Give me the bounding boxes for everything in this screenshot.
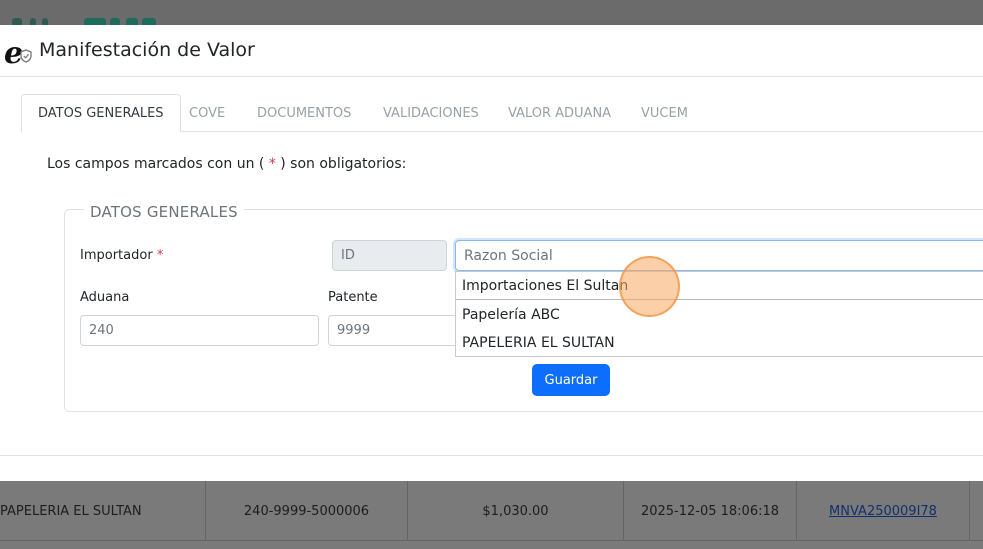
folio-link[interactable]: MNVA250009I78	[829, 504, 937, 519]
save-button[interactable]: Guardar	[532, 364, 610, 396]
importador-id-input[interactable]	[332, 240, 447, 271]
tab-validaciones[interactable]: VALIDACIONES	[367, 94, 495, 132]
tab-cove[interactable]: COVE	[173, 94, 241, 132]
fieldset-legend: DATOS GENERALES	[84, 203, 244, 221]
modal-header: e Manifestación de Valor	[0, 25, 983, 77]
autocomplete-option[interactable]: PAPELERIA EL SULTAN	[456, 329, 983, 357]
razon-social-autocomplete: Importaciones El Sultan Papelería ABC PA…	[455, 271, 983, 357]
tab-vucem[interactable]: VUCEM	[625, 94, 704, 132]
autocomplete-option[interactable]: Importaciones El Sultan	[456, 272, 983, 300]
required-star: *	[156, 248, 164, 263]
modal-dialog: e Manifestación de Valor DATOS GENERALES…	[0, 25, 983, 481]
aduana-input[interactable]	[80, 315, 319, 346]
table-cell-razon-social: PAPELERIA EL SULTAN	[0, 481, 206, 541]
table-cell-pedimento: 240-9999-5000006	[206, 481, 408, 541]
table-row: PAPELERIA EL SULTAN 240-9999-5000006 $1,…	[0, 481, 983, 541]
table-cell-extra	[970, 481, 983, 541]
required-fields-note: Los campos marcados con un ( * ) son obl…	[47, 156, 407, 172]
table-cell-folio: MNVA250009I78	[797, 481, 970, 541]
patente-label: Patente	[328, 290, 378, 305]
e-shield-logo-icon: e	[4, 37, 32, 67]
patente-input[interactable]	[328, 315, 468, 346]
tab-bar: DATOS GENERALES COVE DOCUMENTOS VALIDACI…	[21, 94, 983, 133]
table-cell-fecha: 2025-12-05 18:06:18	[624, 481, 797, 541]
background-table: PAPELERIA EL SULTAN 240-9999-5000006 $1,…	[0, 481, 983, 549]
modal-title: Manifestación de Valor	[39, 39, 255, 61]
importador-label: Importador *	[80, 248, 164, 263]
required-star: *	[268, 156, 276, 172]
autocomplete-option[interactable]: Papelería ABC	[456, 301, 983, 329]
razon-social-input[interactable]	[455, 240, 983, 271]
aduana-label: Aduana	[80, 290, 130, 305]
svg-text:e: e	[4, 37, 23, 67]
background-header	[0, 0, 983, 26]
table-cell-monto: $1,030.00	[408, 481, 624, 541]
tab-valor-aduana[interactable]: VALOR ADUANA	[492, 94, 627, 132]
tab-datos-generales[interactable]: DATOS GENERALES	[21, 94, 181, 133]
modal-divider	[0, 455, 983, 456]
tab-documentos[interactable]: DOCUMENTOS	[241, 94, 367, 132]
